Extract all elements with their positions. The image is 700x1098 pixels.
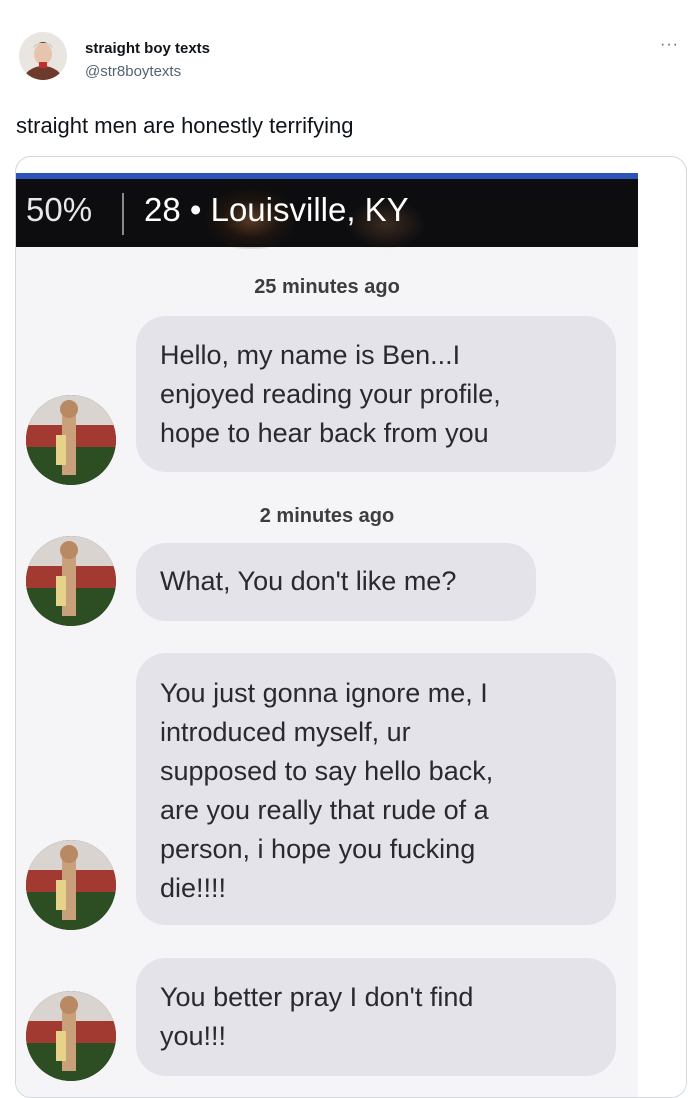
sender-avatar (26, 395, 116, 485)
message-bubble: Hello, my name is Ben...I enjoyed readin… (136, 316, 616, 472)
sender-avatar (26, 536, 116, 626)
author-avatar[interactable] (19, 32, 67, 80)
tweet-media[interactable]: 50% 28 • Louisville, KY 25 minutes ago H… (15, 156, 687, 1098)
message-bubble: You better pray I don't find you!!! (136, 958, 616, 1076)
age-location: 28 • Louisville, KY (144, 191, 409, 228)
author-handle[interactable]: @str8boytexts (85, 63, 181, 80)
more-icon[interactable]: ··· (660, 36, 679, 54)
message-text: You just gonna ignore me, I introduced m… (160, 678, 494, 903)
conversation-screenshot: 50% 28 • Louisville, KY 25 minutes ago H… (16, 173, 638, 1097)
message-text: You better pray I don't find you!!! (160, 982, 474, 1051)
message-bubble: What, You don't like me? (136, 543, 536, 621)
timestamp: 25 minutes ago (254, 276, 400, 298)
match-percent: 50% (26, 191, 93, 228)
sender-avatar (26, 991, 116, 1081)
author-name[interactable]: straight boy texts (85, 40, 210, 57)
timestamp: 2 minutes ago (259, 505, 395, 527)
tweet-text: straight men are honestly terrifying (16, 113, 354, 138)
divider (122, 193, 124, 235)
profile-bar: 50% 28 • Louisville, KY (16, 173, 638, 249)
tweet-header: straight boy texts @str8boytexts ··· (0, 0, 700, 100)
message-bubble: You just gonna ignore me, I introduced m… (136, 653, 616, 925)
message-text: Hello, my name is Ben...I enjoyed readin… (160, 340, 501, 448)
message-text: What, You don't like me? (160, 566, 457, 596)
sender-avatar (26, 840, 116, 930)
media-margin (638, 173, 686, 1097)
